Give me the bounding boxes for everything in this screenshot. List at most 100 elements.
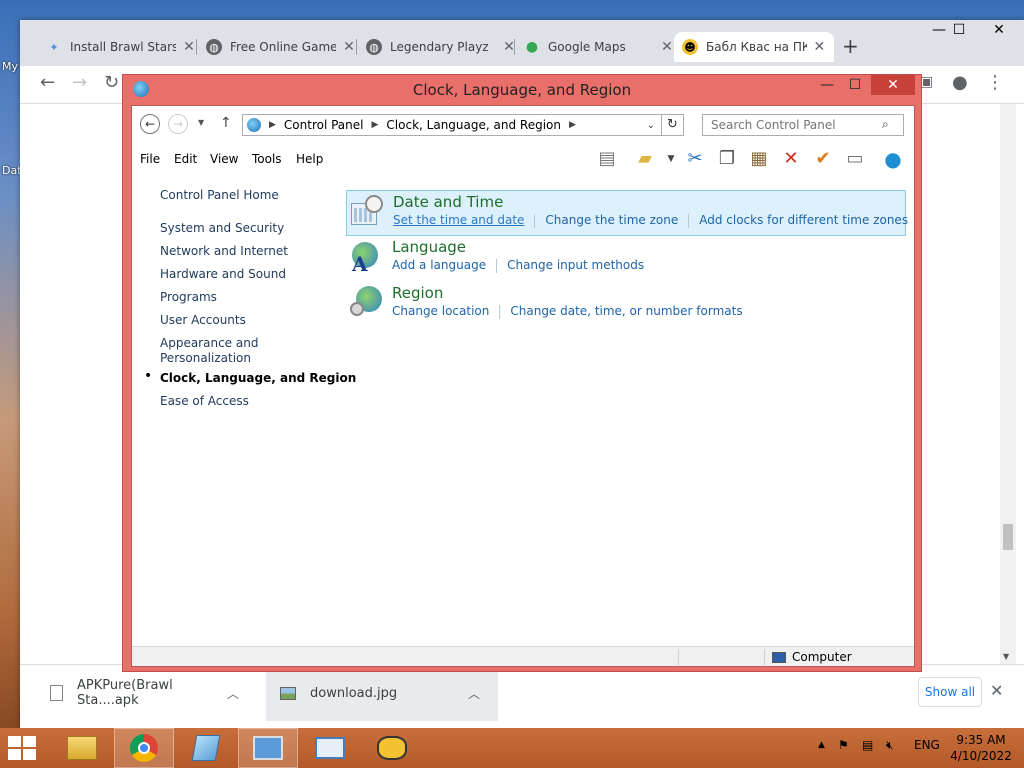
nav-network-and-internet[interactable]: Network and Internet <box>160 244 288 258</box>
globe-icon: ◍ <box>366 39 382 55</box>
link-add-language[interactable]: Add a language <box>392 258 496 273</box>
nav-appearance-and-personalization[interactable]: Appearance and <box>160 336 258 350</box>
tray-expand-icon[interactable]: ▲ <box>818 740 825 750</box>
calendar-clock-icon <box>351 195 383 227</box>
recent-pages-dropdown-icon[interactable]: ▼ <box>198 118 204 127</box>
folder-options-icon[interactable]: ▰ <box>634 148 656 170</box>
profile-icon[interactable]: ● <box>952 72 968 93</box>
search-input[interactable] <box>702 114 904 136</box>
close-icon[interactable]: ✕ <box>342 39 356 55</box>
nav-clock-language-region[interactable]: Clock, Language, and Region <box>160 371 356 385</box>
category-region[interactable]: Region Change location Change date, time… <box>346 282 906 328</box>
link-set-time-and-date[interactable]: Set the time and date <box>393 213 534 228</box>
control-panel-taskbar-icon[interactable] <box>238 728 298 768</box>
file-explorer-icon[interactable] <box>52 728 112 768</box>
tab-free-online-games[interactable]: ◍ Free Online Games ✕ <box>198 32 364 62</box>
tab-legendary-playz[interactable]: ◍ Legendary Playz ✕ <box>358 32 524 62</box>
menu-bar: File Edit View Tools Help ▤ ▰ ▼ ✂ ❐ ▦ ✕ … <box>132 142 914 174</box>
menu-edit[interactable]: Edit <box>174 152 197 166</box>
nav-user-accounts[interactable]: User Accounts <box>160 313 246 327</box>
nav-control-panel-home[interactable]: Control Panel Home <box>160 188 279 202</box>
link-change-location[interactable]: Change location <box>392 304 499 319</box>
search-icon[interactable]: ⌕ <box>882 117 889 132</box>
forward-arrow-icon[interactable]: → <box>168 114 188 134</box>
page-scrollbar[interactable]: ▼ <box>1000 104 1016 664</box>
tab-install-brawl-stars[interactable]: ✦ Install Brawl Stars ✕ <box>38 32 204 62</box>
refresh-icon[interactable]: ↻ <box>662 114 684 136</box>
chrome-icon[interactable] <box>114 728 174 768</box>
category-title[interactable]: Region <box>392 284 443 302</box>
network-icon[interactable]: ▤ <box>862 738 873 752</box>
windows-start-icon[interactable] <box>8 736 38 760</box>
breadcrumb-clock-language-region[interactable]: Clock, Language, and Region <box>386 118 561 132</box>
maximize-button[interactable]: ☐ <box>841 75 869 95</box>
system-clock[interactable]: 9:35 AM 4/10/2022 <box>950 732 1012 764</box>
download-item-jpg[interactable]: download.jpg ︿ <box>266 665 498 721</box>
tab-google-maps[interactable]: ● Google Maps ✕ <box>516 32 682 62</box>
nav-appearance-and-personalization-line2[interactable]: Personalization <box>160 351 251 365</box>
input-language[interactable]: ENG <box>914 738 940 752</box>
tab-babl-kvas[interactable]: ☻ Бабл Квас на ПК ✕ <box>674 32 834 62</box>
category-title[interactable]: Language <box>392 238 466 256</box>
forward-arrow-icon[interactable]: → <box>72 72 87 93</box>
properties-check-icon[interactable]: ✔ <box>812 148 834 170</box>
link-add-clocks[interactable]: Add clocks for different time zones <box>699 213 918 228</box>
reload-icon[interactable]: ↻ <box>104 72 119 93</box>
category-date-and-time[interactable]: Date and Time Set the time and date Chan… <box>346 190 908 236</box>
action-center-flag-icon[interactable]: ⚑ <box>838 738 849 752</box>
breadcrumb-control-panel[interactable]: Control Panel <box>284 118 364 132</box>
close-button[interactable]: ✕ <box>871 75 915 95</box>
category-language[interactable]: A Language Add a language Change input m… <box>346 236 906 282</box>
paste-icon[interactable]: ▦ <box>748 148 770 170</box>
download-item-apk[interactable]: APKPure(Brawl Sta....apk ︿ <box>44 665 262 721</box>
control-panel-globe-icon[interactable]: ● <box>882 148 904 170</box>
nav-hardware-and-sound[interactable]: Hardware and Sound <box>160 267 286 281</box>
chevron-down-icon[interactable]: ▼ <box>660 148 682 170</box>
scroll-down-icon[interactable]: ▼ <box>1003 652 1009 661</box>
new-tab-button[interactable]: + <box>842 34 859 58</box>
tab-label: Legendary Playz <box>390 40 489 54</box>
volume-muted-icon[interactable]: 🔇︎ <box>886 738 894 753</box>
close-downloads-icon[interactable]: ✕ <box>990 681 1003 700</box>
chevron-down-icon[interactable]: ⌄ <box>647 120 655 131</box>
back-arrow-icon[interactable]: ← <box>40 72 55 93</box>
category-title[interactable]: Date and Time <box>393 193 503 211</box>
show-all-button[interactable]: Show all <box>918 677 982 707</box>
control-panel-content: ← → ▼ ↑ ▶ Control Panel ▶ Clock, Languag… <box>131 105 915 667</box>
maximize-button[interactable]: ☐ <box>944 22 974 42</box>
delete-icon[interactable]: ✕ <box>780 148 802 170</box>
link-change-input-methods[interactable]: Change input methods <box>507 258 654 273</box>
language-globe-icon: A <box>350 240 382 276</box>
nav-programs[interactable]: Programs <box>160 290 217 304</box>
close-icon[interactable]: ✕ <box>660 39 674 55</box>
layout-pane-icon[interactable]: ▤ <box>596 148 618 170</box>
control-panel-icon <box>247 118 261 132</box>
more-menu-icon[interactable]: ⋮ <box>986 72 1004 93</box>
close-icon[interactable]: ✕ <box>813 39 826 55</box>
nav-system-and-security[interactable]: System and Security <box>160 221 284 235</box>
close-icon[interactable]: ✕ <box>182 39 196 55</box>
keyboard-app-icon[interactable] <box>300 728 360 768</box>
up-arrow-icon[interactable]: ↑ <box>220 115 232 131</box>
scroll-thumb[interactable] <box>1003 524 1013 550</box>
close-button[interactable]: ✕ <box>984 22 1014 42</box>
link-change-time-zone[interactable]: Change the time zone <box>545 213 688 228</box>
copy-icon[interactable]: ❐ <box>716 148 738 170</box>
menu-tools[interactable]: Tools <box>252 152 282 166</box>
address-bar[interactable]: ▶ Control Panel ▶ Clock, Language, and R… <box>242 114 662 136</box>
address-row: ← → ▼ ↑ ▶ Control Panel ▶ Clock, Languag… <box>132 106 914 142</box>
rename-icon[interactable]: ▭ <box>844 148 866 170</box>
chevron-up-icon[interactable]: ︿ <box>468 685 480 702</box>
minimize-button[interactable]: — <box>813 75 841 95</box>
menu-file[interactable]: File <box>140 152 160 166</box>
tab-label: Install Brawl Stars <box>70 40 176 54</box>
back-arrow-icon[interactable]: ← <box>140 114 160 134</box>
nav-ease-of-access[interactable]: Ease of Access <box>160 394 249 408</box>
chevron-up-icon[interactable]: ︿ <box>227 685 239 702</box>
notepad-icon[interactable] <box>176 728 236 768</box>
cut-icon[interactable]: ✂ <box>684 148 706 170</box>
link-change-formats[interactable]: Change date, time, or number formats <box>510 304 752 319</box>
game-app-icon[interactable] <box>362 728 422 768</box>
menu-help[interactable]: Help <box>296 152 323 166</box>
menu-view[interactable]: View <box>210 152 238 166</box>
